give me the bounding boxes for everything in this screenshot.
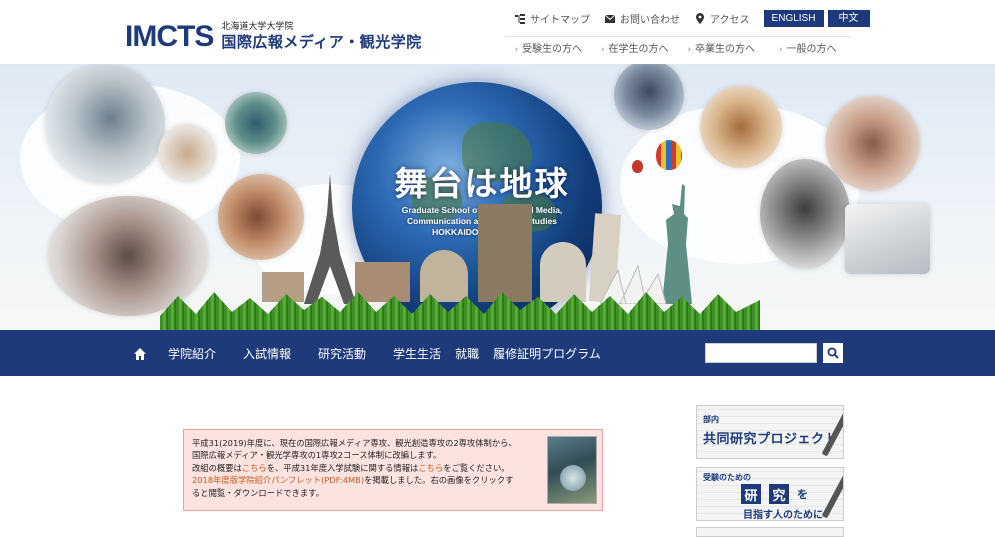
search-icon	[827, 347, 839, 359]
global-nav: 学院紹介 入試情報 研究活動 学生生活 就職 履修証明プログラム	[0, 330, 995, 376]
pen-icon	[821, 471, 843, 519]
notice-box: 平成31(2019)年度に、現在の国際広報メディア専攻、観光創造専攻の2専攻体制…	[183, 429, 603, 511]
prospective-research-banner[interactable]: 受験のための 研 究 を 目指す人のために	[696, 467, 844, 521]
sitemap-link[interactable]: サイトマップ	[514, 11, 590, 26]
pamphlet-graphic	[560, 465, 586, 491]
photo-building-sign	[845, 204, 930, 274]
photo-group-study	[48, 196, 208, 316]
audience-links: › 受験生の方へ › 在学生の方へ › 卒業生の方へ › 一般の方へ	[505, 36, 851, 58]
chevron-right-icon: ›	[687, 45, 692, 55]
photo-presenter	[760, 159, 850, 269]
access-label: アクセス	[710, 15, 750, 26]
photo-lecturer	[45, 64, 165, 184]
nav-about[interactable]: 学院紹介	[168, 345, 216, 362]
logo-school-name: 国際広報メディア・観光学院	[221, 33, 422, 51]
access-link[interactable]: アクセス	[694, 11, 750, 26]
site-logo[interactable]: IMCTS 北海道大学大学院 国際広報メディア・観光学院	[125, 22, 422, 52]
sitemap-icon	[514, 13, 525, 24]
hot-air-balloon	[632, 160, 643, 173]
logo-university: 北海道大学大学院	[221, 22, 294, 32]
notice-text: 平成31(2019)年度に、現在の国際広報メディア専攻、観光創造専攻の2専攻体制…	[192, 438, 517, 498]
search-button[interactable]	[823, 343, 843, 363]
joint-research-banner[interactable]: 部内 共同研究プロジェクト	[696, 405, 844, 459]
big-ben-tower	[478, 204, 532, 302]
reorganization-link[interactable]: こちら	[242, 463, 267, 473]
home-icon[interactable]	[133, 346, 147, 360]
photo-library	[700, 86, 782, 168]
link-general-public[interactable]: › 一般の方へ	[765, 40, 852, 55]
sitemap-label: サイトマップ	[530, 15, 590, 26]
eiffel-tower	[304, 174, 356, 304]
hero-banner: 舞台は地球 Graduate School of International M…	[0, 64, 995, 330]
link-current-students[interactable]: › 在学生の方へ	[592, 40, 679, 55]
photo-sign	[225, 92, 287, 154]
chevron-right-icon: ›	[514, 45, 519, 55]
contact-link[interactable]: お問い合わせ	[604, 11, 680, 26]
building	[355, 262, 410, 302]
chevron-right-icon: ›	[778, 45, 783, 55]
link-alumni[interactable]: › 卒業生の方へ	[678, 40, 765, 55]
site-header: IMCTS 北海道大学大学院 国際広報メディア・観光学院 サイトマップ お問い合…	[0, 0, 995, 64]
photo-laptop	[158, 124, 216, 182]
nav-student-life[interactable]: 学生生活	[393, 345, 441, 362]
english-button[interactable]: ENGLISH	[763, 10, 824, 27]
search-input[interactable]	[705, 343, 817, 363]
photo-classroom	[825, 96, 920, 191]
hero-title: 舞台は地球	[394, 164, 570, 203]
utility-links: サイトマップ お問い合わせ アクセス ENGLISH 中文	[514, 10, 870, 27]
nav-careers[interactable]: 就職	[455, 345, 479, 362]
photo-students-discussion	[218, 174, 304, 260]
chevron-right-icon: ›	[600, 45, 605, 55]
dome-building	[420, 250, 468, 302]
pamphlet-link[interactable]: 2018年度版学院紹介パンフレット(PDF:4MB)	[192, 475, 364, 485]
nav-research[interactable]: 研究活動	[318, 345, 366, 362]
nav-items: 学院紹介 入試情報 研究活動 学生生活 就職 履修証明プログラム	[168, 330, 628, 376]
logo-text: 北海道大学大学院 国際広報メディア・観光学院	[221, 22, 421, 52]
side-banner-partial[interactable]	[696, 527, 844, 537]
contact-label: お問い合わせ	[620, 15, 680, 26]
pamphlet-cover-image[interactable]	[547, 436, 597, 504]
hot-air-balloon	[656, 140, 682, 170]
mail-icon	[604, 13, 615, 24]
nav-admissions[interactable]: 入試情報	[243, 345, 291, 362]
capitol-building	[540, 242, 586, 302]
link-prospective-students[interactable]: › 受験生の方へ	[505, 40, 592, 55]
logo-mark: IMCTS	[125, 20, 214, 53]
entrance-exam-link[interactable]: こちら	[418, 463, 443, 473]
chinese-button[interactable]: 中文	[827, 10, 870, 27]
nav-certificate-program[interactable]: 履修証明プログラム	[493, 345, 601, 362]
location-pin-icon	[694, 13, 705, 24]
